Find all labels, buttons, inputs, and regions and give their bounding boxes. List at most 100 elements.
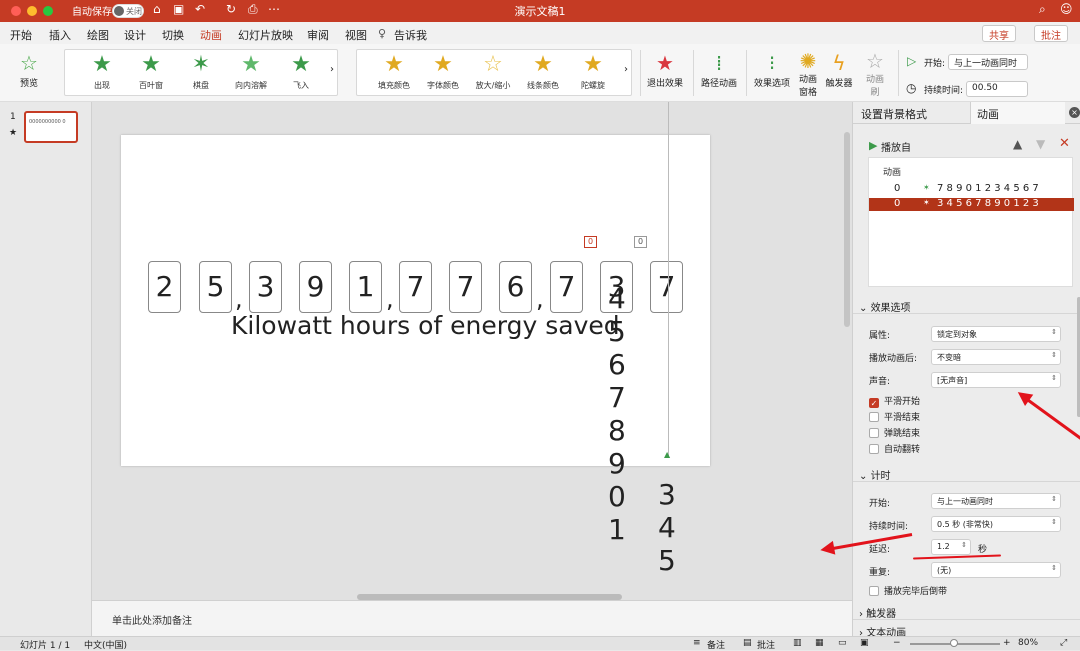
play-icon[interactable]: ▶ xyxy=(869,139,877,152)
animation-order-tag[interactable]: 0 xyxy=(584,236,598,248)
notes-toggle[interactable]: 备注 xyxy=(707,638,725,651)
comment-button[interactable]: 批注 xyxy=(1034,25,1068,42)
notes-pane[interactable]: 单击此处添加备注 xyxy=(92,600,852,636)
tab-draw[interactable]: 绘图 xyxy=(87,27,109,43)
repeat-select[interactable]: (无) ⇕ xyxy=(931,562,1061,578)
effect-grow-shrink[interactable]: ☆ 放大/缩小 xyxy=(468,50,518,91)
rewind-checkbox[interactable]: 播放完毕后倒带 xyxy=(869,584,947,597)
effect-spin[interactable]: ★ 陀螺旋 xyxy=(568,50,618,91)
account-icon[interactable]: ☺ xyxy=(1060,2,1073,16)
delete-icon[interactable]: ✕ xyxy=(1059,136,1070,151)
animation-pane-button[interactable]: ✺ 动画 窗格 xyxy=(794,50,822,98)
after-animation-select[interactable]: 不变暗 ⇕ xyxy=(931,349,1061,365)
effect-options-icon: ⁝ xyxy=(768,51,776,75)
effect-line-color[interactable]: ★ 线条颜色 xyxy=(518,50,568,91)
timing-duration-select[interactable]: 0.5 秒 (非常快) ⇕ xyxy=(931,516,1061,532)
exit-effect-button[interactable]: ★ 退出效果 xyxy=(645,50,685,89)
zoom-out-icon[interactable]: − xyxy=(893,638,901,648)
smooth-end-checkbox[interactable]: 平滑结束 xyxy=(869,410,920,423)
vertical-scrollbar[interactable] xyxy=(844,132,850,327)
preview-button[interactable]: ☆ 预览 xyxy=(8,50,50,89)
normal-view-icon[interactable]: ▥ xyxy=(793,638,802,648)
emphasis-gallery: ★ 填充颜色 ★ 字体颜色 ☆ 放大/缩小 ★ 线条颜色 ★ 陀螺旋 › xyxy=(356,49,632,96)
comments-toggle[interactable]: 批注 xyxy=(757,638,775,651)
digit-box[interactable]: 7 xyxy=(399,261,432,313)
tab-review[interactable]: 审阅 xyxy=(307,27,329,43)
effect-label: 放大/缩小 xyxy=(475,81,511,90)
reading-view-icon[interactable]: ▭ xyxy=(838,638,847,648)
gallery-next-icon[interactable]: › xyxy=(330,64,334,75)
tab-format-background[interactable]: 设置背景格式 xyxy=(861,106,927,122)
animation-order-tag[interactable]: 0 xyxy=(634,236,648,248)
effect-options-button[interactable]: ⁝ 效果选项 xyxy=(751,50,793,89)
tab-view[interactable]: 视图 xyxy=(345,27,367,43)
duration-input[interactable]: 00.50 xyxy=(966,81,1028,97)
tab-home[interactable]: 开始 xyxy=(10,27,32,43)
animation-item-selected[interactable]: 0 ✶ 3 4 5 6 7 8 9 0 1 2 3 xyxy=(869,198,1074,211)
language-indicator[interactable]: 中文(中国) xyxy=(84,638,127,651)
share-button[interactable]: 共享 xyxy=(982,25,1016,42)
tab-transitions[interactable]: 切换 xyxy=(162,27,184,43)
number-strip-1[interactable]: 4 5 6 7 8 9 0 1 xyxy=(608,282,626,546)
effect-appear[interactable]: ★ 出现 xyxy=(77,50,127,91)
strip-digit: 4 xyxy=(608,282,626,315)
ribbon-tabs: 开始 插入 绘图 设计 切换 动画 幻灯片放映 审阅 视图 ♀ 告诉我 共享 批… xyxy=(0,22,1080,47)
animation-pane-icon: ✺ xyxy=(799,49,817,73)
effect-checkerboard[interactable]: ✶ 棋盘 xyxy=(176,50,226,91)
effect-dissolve[interactable]: ★ 向内溶解 xyxy=(226,50,276,91)
slide-subtitle[interactable]: Kilowatt hours of energy saved xyxy=(231,311,620,340)
text-animation-section[interactable]: › 文本动画 xyxy=(853,621,1080,636)
tab-tell-me[interactable]: 告诉我 xyxy=(394,27,427,43)
effect-options-section[interactable]: ⌄ 效果选项 xyxy=(853,296,1080,314)
zoom-level[interactable]: 80% xyxy=(1018,638,1038,648)
digit-box[interactable]: 7 xyxy=(550,261,583,313)
start-select[interactable]: 与上一动画同时 xyxy=(948,54,1028,70)
digit-box[interactable]: 7 xyxy=(650,261,683,313)
tab-animation[interactable]: 动画 xyxy=(977,106,999,122)
tab-design[interactable]: 设计 xyxy=(124,27,146,43)
effect-fly-in[interactable]: ★ 飞入 xyxy=(276,50,326,91)
digit-box[interactable]: 2 xyxy=(148,261,181,313)
sound-select[interactable]: [无声音] ⇕ xyxy=(931,372,1061,388)
animation-painter-button[interactable]: ☆ 动画刷 xyxy=(860,50,890,98)
tab-slideshow[interactable]: 幻灯片放映 xyxy=(238,27,293,43)
tab-insert[interactable]: 插入 xyxy=(49,27,71,43)
search-icon[interactable]: ⌕ xyxy=(1039,2,1046,17)
digit-box[interactable]: 5 xyxy=(199,261,232,313)
timing-start-select[interactable]: 与上一动画同时 ⇕ xyxy=(931,493,1061,509)
triggers-section[interactable]: › 触发器 xyxy=(853,602,1080,620)
effect-fill-color[interactable]: ★ 填充颜色 xyxy=(369,50,419,91)
animation-item[interactable]: 0 ✶ 7 8 9 0 1 2 3 4 5 6 7 xyxy=(869,183,1074,196)
trigger-button[interactable]: ϟ 触发器 xyxy=(824,50,854,89)
fit-to-window-icon[interactable]: ⤢ xyxy=(1060,638,1067,648)
effect-blinds[interactable]: ★ 百叶窗 xyxy=(126,50,176,91)
section-title: 触发器 xyxy=(866,609,897,620)
motion-path-button[interactable]: ⁞ 路径动画 xyxy=(698,50,740,89)
delay-stepper[interactable]: 1.2 ⇕ xyxy=(931,539,971,555)
effect-font-color[interactable]: ★ 字体颜色 xyxy=(418,50,468,91)
bounce-end-checkbox[interactable]: 弹跳结束 xyxy=(869,426,920,439)
move-down-icon[interactable]: ▼ xyxy=(1036,137,1045,151)
play-from-button[interactable]: 播放自 xyxy=(881,139,911,154)
auto-reverse-checkbox[interactable]: 自动翻转 xyxy=(869,442,920,455)
digit-box[interactable]: 3 xyxy=(249,261,282,313)
sorter-view-icon[interactable]: ▦ xyxy=(815,638,824,648)
path-icon: ⁞ xyxy=(715,51,723,75)
gallery-next-icon[interactable]: › xyxy=(624,64,628,75)
digit-box[interactable]: 7 xyxy=(449,261,482,313)
timing-section[interactable]: ⌄ 计时 xyxy=(853,464,1080,482)
property-select[interactable]: 锁定到对象 ⇕ xyxy=(931,326,1061,342)
ribbon: ☆ 预览 ★ 出现 ★ 百叶窗 ✶ 棋盘 ★ 向内溶解 ★ 飞入 › ★ 填充颜色 ★ 字体颜… xyxy=(0,44,1080,102)
zoom-slider-knob[interactable] xyxy=(950,639,958,647)
digit-box[interactable]: 1 xyxy=(349,261,382,313)
close-icon[interactable]: × xyxy=(1069,107,1080,118)
smooth-start-checkbox[interactable]: ✓ 平滑开始 xyxy=(869,394,920,408)
digit-box[interactable]: 6 xyxy=(499,261,532,313)
zoom-in-icon[interactable]: + xyxy=(1003,638,1011,648)
select-arrows-icon: ⇕ xyxy=(1051,518,1057,526)
slideshow-view-icon[interactable]: ▣ xyxy=(860,638,869,648)
digit-box[interactable]: 9 xyxy=(299,261,332,313)
move-up-icon[interactable]: ▲ xyxy=(1013,137,1022,151)
number-strip-2[interactable]: 3 4 5 xyxy=(658,478,676,577)
slide-thumbnail[interactable]: 0000000000 0 xyxy=(24,111,78,143)
